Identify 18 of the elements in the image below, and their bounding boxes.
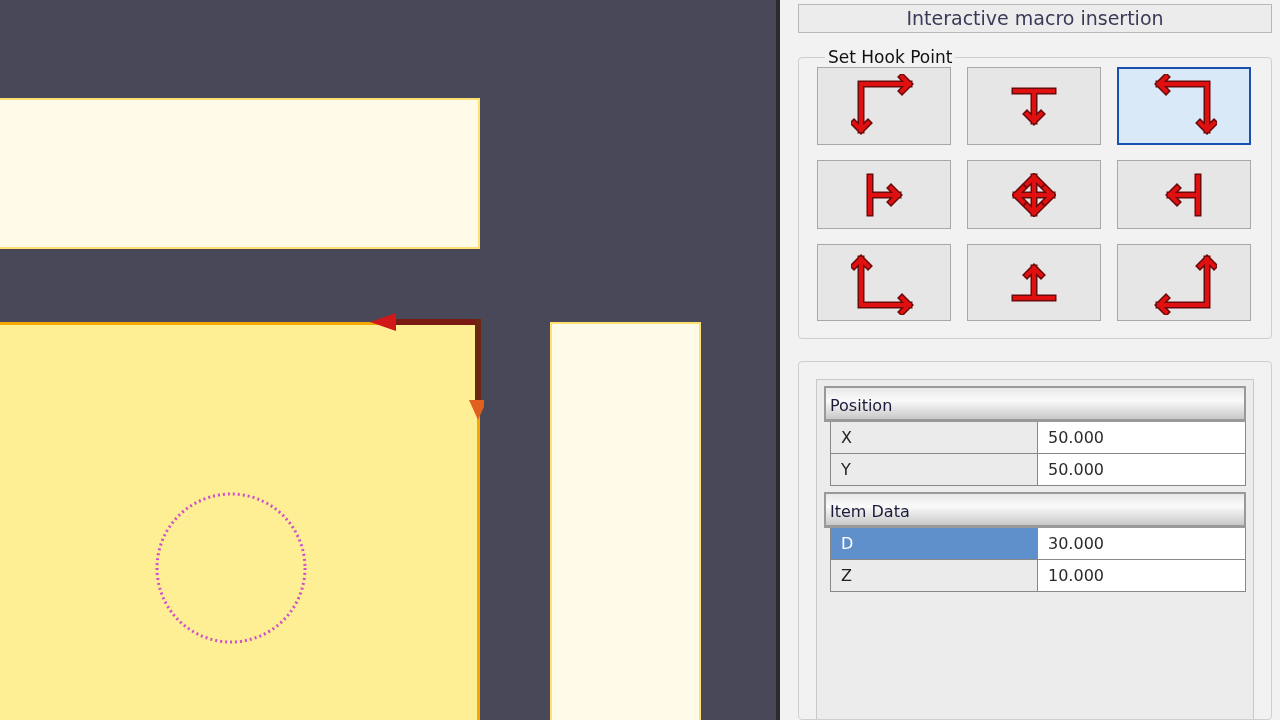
hook-point-button[interactable]: [817, 244, 951, 321]
arrow-icon: [864, 172, 904, 217]
arrow-icon: [1164, 172, 1204, 217]
section-header: Item Data: [824, 492, 1246, 528]
hook-point-button[interactable]: [1117, 244, 1251, 321]
arrow-icon: [1011, 85, 1057, 127]
panel-title: Interactive macro insertion: [798, 4, 1272, 33]
hook-point-button[interactable]: [967, 67, 1101, 145]
hook-point-button[interactable]: [1117, 67, 1251, 145]
hook-point-button[interactable]: [817, 67, 951, 145]
group-label: Set Hook Point: [827, 47, 954, 67]
hook-point-button[interactable]: [1117, 160, 1251, 229]
arrow-icon: [1012, 172, 1056, 217]
arrow-icon: [1011, 261, 1057, 304]
hook-point-button[interactable]: [817, 160, 951, 229]
section-header: Position: [824, 386, 1246, 422]
hook-point-button[interactable]: [967, 244, 1101, 321]
hook-point-button[interactable]: [967, 160, 1101, 229]
